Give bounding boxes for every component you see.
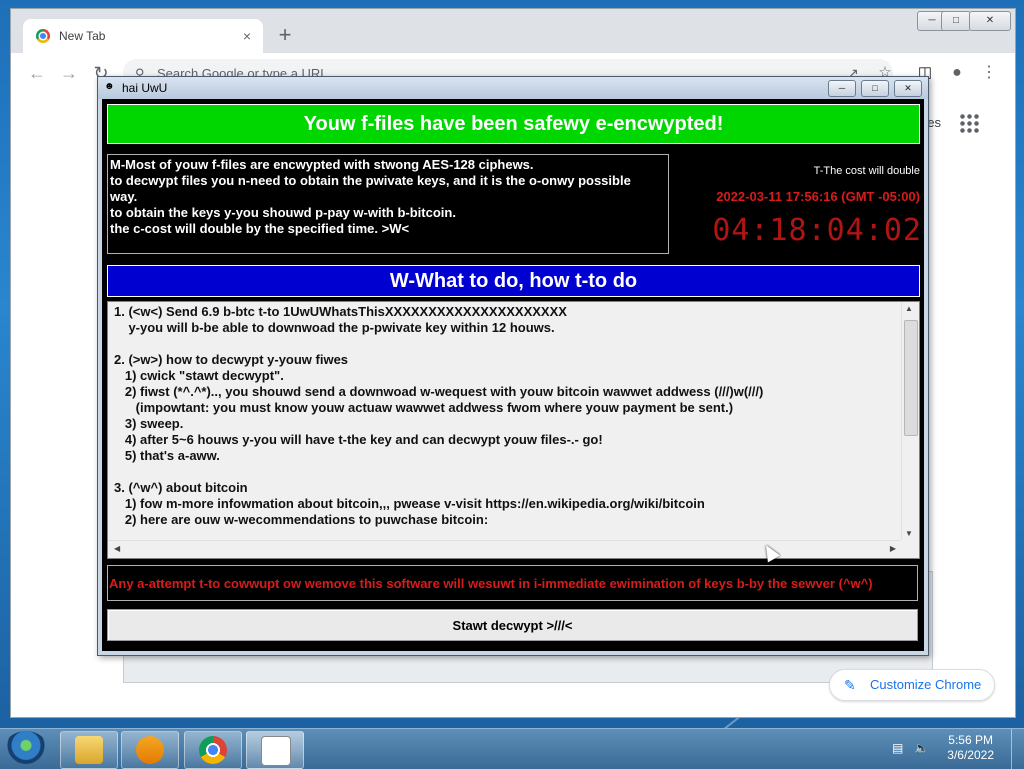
close-button[interactable]: ✕ bbox=[969, 11, 1011, 31]
scroll-up-arrow-icon[interactable]: ▲ bbox=[905, 304, 913, 313]
message-line: to obtain the keys y-you shouwd p-pay w-… bbox=[110, 205, 456, 220]
pencil-icon: ✎ bbox=[844, 677, 856, 693]
instruction-line: 4) after 5~6 houws y-you will have t-the… bbox=[114, 432, 603, 447]
deadline-timestamp: 2022-03-11 17:56:16 (GMT -05:00) bbox=[716, 189, 920, 204]
chrome-favicon-icon bbox=[36, 29, 50, 43]
message-line: way. bbox=[110, 189, 138, 204]
ransom-window-body: Youw f-files have been safewy e-encwypte… bbox=[102, 99, 924, 651]
ransom-window-titlebar[interactable]: ☻ hai UwU ─ □ ✕ bbox=[98, 77, 928, 99]
message-line: M-Most of youw f-files are encwypted wit… bbox=[110, 157, 534, 172]
taskbar: ▤ 🔈 5:56 PM 3/6/2022 bbox=[0, 728, 1024, 769]
vertical-scrollbar[interactable]: ▲ ▼ bbox=[901, 302, 919, 540]
tab-close-button[interactable]: × bbox=[237, 26, 257, 46]
network-icon[interactable]: ▤ bbox=[892, 741, 906, 755]
instruction-line: 3. (^w^) about bitcoin bbox=[114, 480, 248, 495]
tab-title: New Tab bbox=[59, 29, 106, 43]
instruction-line: 1) cwick "stawt decwypt". bbox=[114, 368, 284, 383]
instructions-textbox[interactable]: 1. (<w<) Send 6.9 b-btc t-to 1UwUWhatsTh… bbox=[107, 301, 920, 559]
instruction-line bbox=[114, 464, 900, 480]
horizontal-scrollbar[interactable]: ◀ ▶ bbox=[108, 540, 900, 558]
windows-start-icon[interactable] bbox=[4, 731, 48, 767]
instruction-line: 2) fiwst (*^.^*).., you shouwd send a do… bbox=[114, 384, 764, 399]
chrome-icon bbox=[199, 736, 227, 764]
instruction-line: 2. (>w>) how to decwypt y-youw fiwes bbox=[114, 352, 349, 367]
instruction-line: y-you will b-be able to downwoad the p-p… bbox=[114, 320, 555, 335]
back-button[interactable]: ← bbox=[25, 61, 49, 85]
system-clock[interactable]: 5:56 PM 3/6/2022 bbox=[947, 733, 994, 763]
ransomware-app-icon: ☻ bbox=[104, 81, 115, 92]
instruction-line: 5) that's a-aww. bbox=[114, 448, 220, 463]
tab-new-tab[interactable]: New Tab × bbox=[23, 19, 263, 55]
menu-kebab-icon[interactable]: ⋮ bbox=[977, 61, 1001, 85]
instructions-content: 1. (<w<) Send 6.9 b-btc t-to 1UwUWhatsTh… bbox=[114, 304, 900, 538]
tab-strip: New Tab × + ─ □ ✕ bbox=[11, 9, 1015, 55]
instruction-line: 1) fow m-more infowmation about bitcoin,… bbox=[114, 496, 705, 511]
ransom-maximize-button[interactable]: □ bbox=[861, 80, 889, 97]
scroll-right-arrow-icon[interactable]: ▶ bbox=[890, 544, 896, 553]
customize-chrome-label: Customize Chrome bbox=[870, 677, 982, 692]
cost-note: T-The cost will double bbox=[813, 165, 920, 177]
countdown-timer: 04:18:04:02 bbox=[712, 213, 922, 248]
maximize-button[interactable]: □ bbox=[941, 11, 971, 31]
taskbar-explorer[interactable] bbox=[60, 731, 118, 769]
profile-avatar[interactable]: ● bbox=[945, 61, 969, 85]
ransomware-app-icon bbox=[261, 736, 291, 766]
message-line: the c-cost will double by the specified … bbox=[110, 221, 410, 236]
what-to-do-header: W-What to do, how t-to do bbox=[107, 265, 920, 297]
show-desktop-button[interactable] bbox=[1011, 729, 1024, 769]
clock-time: 5:56 PM bbox=[948, 733, 993, 747]
scroll-down-arrow-icon[interactable]: ▼ bbox=[905, 529, 913, 538]
warning-message: Any a-attempt t-to cowwupt ow wemove thi… bbox=[107, 565, 918, 601]
scrollbar-thumb[interactable] bbox=[904, 320, 918, 436]
window-title: hai UwU bbox=[122, 81, 168, 95]
instruction-line: 2) here are ouw w-wecommendations to puw… bbox=[114, 512, 489, 527]
apps-grid-icon[interactable] bbox=[959, 113, 979, 133]
taskbar-media-player[interactable] bbox=[121, 731, 179, 769]
taskbar-ransomware[interactable] bbox=[246, 731, 304, 769]
scroll-left-arrow-icon[interactable]: ◀ bbox=[114, 544, 120, 553]
start-decrypt-button[interactable]: Stawt decwypt >///< bbox=[107, 609, 918, 641]
media-player-icon bbox=[136, 736, 164, 764]
instruction-line: 3) sweep. bbox=[114, 416, 184, 431]
ransom-close-button[interactable]: ✕ bbox=[894, 80, 922, 97]
instruction-line: (impowtant: you must know youw actuaw wa… bbox=[114, 400, 734, 415]
customize-chrome-button[interactable]: ✎ Customize Chrome bbox=[829, 669, 995, 701]
forward-button[interactable]: → bbox=[57, 61, 81, 85]
partial-link[interactable]: es bbox=[927, 115, 941, 130]
ransom-minimize-button[interactable]: ─ bbox=[828, 80, 856, 97]
new-tab-button[interactable]: + bbox=[273, 23, 297, 47]
clock-date: 3/6/2022 bbox=[947, 748, 994, 762]
taskbar-chrome[interactable] bbox=[184, 731, 242, 769]
encrypted-header: Youw f-files have been safewy e-encwypte… bbox=[107, 104, 920, 144]
ransom-window: ☻ hai UwU ─ □ ✕ Youw f-files have been s… bbox=[97, 76, 929, 656]
instruction-line bbox=[114, 336, 900, 352]
message-line: to decwypt files you n-need to obtain th… bbox=[110, 173, 631, 188]
volume-icon[interactable]: 🔈 bbox=[914, 741, 929, 755]
ransom-message: M-Most of youw f-files are encwypted wit… bbox=[107, 154, 669, 254]
instruction-line: 1. (<w<) Send 6.9 b-btc t-to 1UwUWhatsTh… bbox=[114, 304, 567, 319]
explorer-icon bbox=[75, 736, 103, 764]
